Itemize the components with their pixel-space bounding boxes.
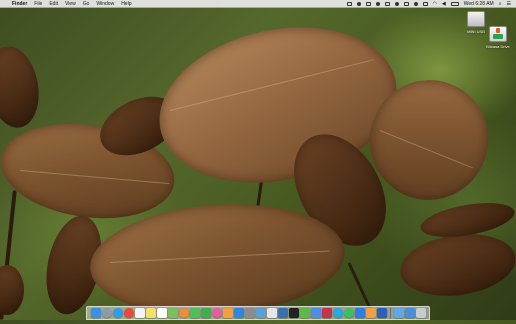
- bluetooth-icon[interactable]: [422, 1, 428, 6]
- dock-xcode-icon[interactable]: [310, 308, 321, 318]
- dock: [86, 306, 430, 320]
- dock-downloads-icon[interactable]: [404, 308, 415, 318]
- desktop-icon-label: Bitcasa Drive: [486, 44, 510, 49]
- dock-quicktime-icon[interactable]: [277, 308, 288, 318]
- dock-trash-icon[interactable]: [415, 308, 426, 318]
- dock-calendar-icon[interactable]: [134, 308, 145, 318]
- status-app-icon[interactable]: [394, 1, 399, 6]
- desktop-wallpaper: [0, 0, 516, 324]
- battery-icon[interactable]: [450, 1, 459, 6]
- dock-ibooks-icon[interactable]: [222, 308, 233, 318]
- dock-dropbox-icon[interactable]: [354, 308, 365, 318]
- dock-notes-icon[interactable]: [145, 308, 156, 318]
- status-app-icon[interactable]: [384, 1, 390, 6]
- desktop-icon-bitcasa-drive[interactable]: Bitcasa Drive: [481, 26, 515, 49]
- dock-launchpad-icon[interactable]: [101, 308, 112, 318]
- external-drive-icon: [489, 26, 507, 42]
- dock-photo-booth-icon[interactable]: [321, 308, 332, 318]
- notification-center-icon[interactable]: ☰: [507, 1, 511, 7]
- dock-pages-icon[interactable]: [365, 308, 376, 318]
- menu-file[interactable]: File: [34, 1, 42, 7]
- dock-chrome-icon[interactable]: [123, 308, 134, 318]
- dock-maps-icon[interactable]: [167, 308, 178, 318]
- menu-edit[interactable]: Edit: [49, 1, 58, 7]
- dock-safari-icon[interactable]: [112, 308, 123, 318]
- dock-preview-icon[interactable]: [255, 308, 266, 318]
- dock-system-preferences-icon[interactable]: [244, 308, 255, 318]
- wallpaper-leaf: [0, 42, 45, 132]
- menu-clock[interactable]: Wed 6:28 AM: [464, 1, 494, 7]
- status-app-icon[interactable]: [365, 1, 371, 6]
- status-app-icon[interactable]: [403, 1, 409, 6]
- dock-messages-icon[interactable]: [189, 308, 200, 318]
- dock-separator: [389, 307, 391, 319]
- dock-folder-icon[interactable]: [393, 308, 404, 318]
- dock-skype-icon[interactable]: [332, 308, 343, 318]
- dock-itunes-icon[interactable]: [211, 308, 222, 318]
- dock-finder-icon[interactable]: [90, 308, 101, 318]
- spotlight-icon[interactable]: ⌕: [499, 1, 502, 7]
- menu-app-finder[interactable]: Finder: [12, 1, 27, 7]
- wallpaper-leaf: [396, 227, 516, 303]
- dock-spotify-icon[interactable]: [343, 308, 354, 318]
- dock-facetime-icon[interactable]: [200, 308, 211, 318]
- menu-view[interactable]: View: [65, 1, 76, 7]
- dock-reminders-icon[interactable]: [156, 308, 167, 318]
- menu-help[interactable]: Help: [121, 1, 131, 7]
- dock-app-store-icon[interactable]: [233, 308, 244, 318]
- dock-photos-icon[interactable]: [178, 308, 189, 318]
- menu-go[interactable]: Go: [83, 1, 90, 7]
- status-app-icon[interactable]: [346, 1, 352, 6]
- dock-activity-monitor-icon[interactable]: [299, 308, 310, 318]
- status-app-icon[interactable]: [413, 1, 418, 6]
- dock-word-icon[interactable]: [376, 308, 387, 318]
- menu-window[interactable]: Window: [96, 1, 114, 7]
- usb-drive-icon: [467, 11, 485, 27]
- wallpaper-leaf: [0, 265, 24, 315]
- menu-bar: Finder File Edit View Go Window Help ◠ ◀…: [0, 0, 516, 8]
- dock-text-edit-icon[interactable]: [266, 308, 277, 318]
- status-app-icon[interactable]: [375, 1, 380, 6]
- wifi-icon[interactable]: ◠: [433, 1, 437, 7]
- dock-terminal-icon[interactable]: [288, 308, 299, 318]
- status-app-icon[interactable]: [356, 1, 361, 6]
- volume-icon[interactable]: ◀: [442, 1, 446, 7]
